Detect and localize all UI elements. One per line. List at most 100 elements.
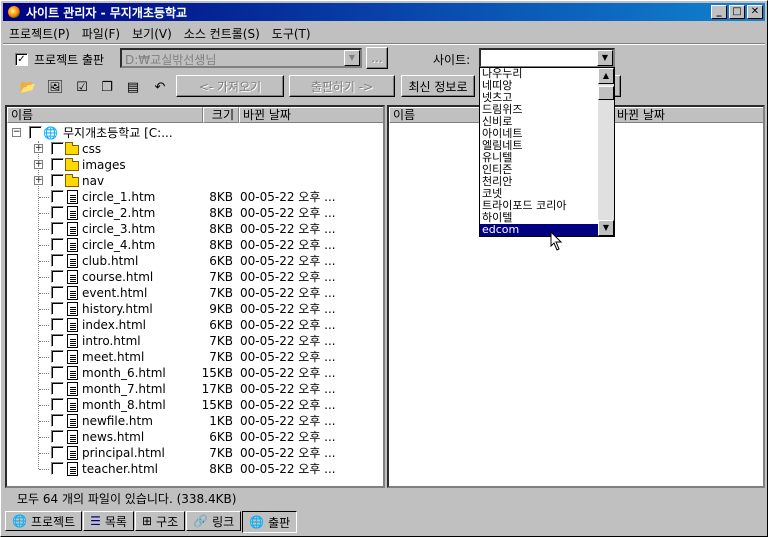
chevron-down-icon[interactable]: ▼ — [597, 50, 613, 66]
publish-path-value: D:₩교실밖선생님 — [125, 53, 217, 67]
tab-list[interactable]: ☰ 목록 — [83, 511, 134, 531]
file-row[interactable]: teacher.html 8KB 00-05-22 오후 ... — [7, 461, 383, 477]
file-date: 00-05-22 오후 ... — [240, 318, 336, 332]
column-header-date[interactable]: 바뀐 날짜 — [613, 107, 763, 123]
tree-line — [39, 229, 49, 230]
row-checkbox[interactable] — [51, 222, 64, 235]
tab-structure[interactable]: ⊞ 구조 — [134, 511, 186, 531]
publish-button[interactable]: 출판하기 -> — [289, 75, 395, 97]
column-header-date[interactable]: 바뀐 날짜 — [239, 107, 383, 123]
row-checkbox[interactable] — [51, 350, 64, 363]
menu-file[interactable]: 파일(F) — [76, 25, 126, 42]
undo-icon[interactable]: ↶ — [151, 78, 169, 96]
row-checkbox[interactable] — [51, 414, 64, 427]
row-checkbox[interactable] — [51, 462, 64, 475]
row-checkbox[interactable] — [29, 126, 42, 139]
file-row[interactable]: month_6.html 15KB 00-05-22 오후 ... — [7, 365, 383, 381]
row-checkbox[interactable] — [51, 238, 64, 251]
file-row[interactable]: meet.html 7KB 00-05-22 오후 ... — [7, 349, 383, 365]
app-icon — [7, 5, 21, 19]
tab-label: 프로젝트 — [30, 514, 76, 529]
get-button[interactable]: <- 가져오기 — [176, 75, 284, 97]
column-header-name[interactable]: 이름 — [7, 107, 203, 123]
file-row[interactable]: history.html 9KB 00-05-22 오후 ... — [7, 301, 383, 317]
row-checkbox[interactable] — [51, 142, 64, 155]
open-folder-icon[interactable]: 📂 — [19, 78, 37, 96]
menu-view[interactable]: 보기(V) — [126, 25, 178, 42]
scroll-thumb[interactable] — [598, 86, 614, 100]
collapse-icon[interactable]: − — [12, 128, 21, 137]
file-row[interactable]: circle_2.htm 8KB 00-05-22 오후 ... — [7, 205, 383, 221]
row-checkbox[interactable] — [51, 318, 64, 331]
menu-project[interactable]: 프로젝트(P) — [3, 25, 76, 42]
folder-row[interactable]: + css — [7, 141, 383, 157]
file-name: circle_2.htm — [82, 206, 156, 220]
row-checkbox[interactable] — [51, 446, 64, 459]
row-checkbox[interactable] — [51, 366, 64, 379]
file-size: 15KB — [201, 366, 233, 380]
close-button[interactable]: ✕ — [747, 5, 763, 19]
tree-line — [39, 213, 49, 214]
file-size: 6KB — [209, 254, 233, 268]
globe-icon: 🌐 — [43, 126, 58, 140]
publish-checkbox[interactable]: ✓ — [15, 52, 28, 66]
file-row[interactable]: intro.html 7KB 00-05-22 오후 ... — [7, 333, 383, 349]
copy-icon[interactable]: ❐ — [98, 78, 116, 96]
file-row[interactable]: circle_1.htm 8KB 00-05-22 오후 ... — [7, 189, 383, 205]
row-checkbox[interactable] — [51, 398, 64, 411]
row-checkbox[interactable] — [51, 286, 64, 299]
maximize-button[interactable]: □ — [729, 5, 745, 19]
site-option[interactable]: edcom — [480, 224, 614, 236]
file-row[interactable]: circle_3.htm 8KB 00-05-22 오후 ... — [7, 221, 383, 237]
menu-source-control[interactable]: 소스 컨트롤(S) — [178, 25, 266, 42]
minimize-button[interactable]: _ — [711, 5, 727, 19]
scroll-down-icon[interactable]: ▼ — [598, 220, 614, 236]
file-row[interactable]: month_7.html 17KB 00-05-22 오후 ... — [7, 381, 383, 397]
column-header-size[interactable]: 크기 — [203, 107, 239, 123]
row-checkbox[interactable] — [51, 302, 64, 315]
row-checkbox[interactable] — [51, 174, 64, 187]
divider — [3, 43, 765, 45]
browse-button[interactable]: ... — [366, 47, 388, 69]
scrollbar[interactable]: ▲ ▼ — [598, 68, 614, 236]
file-name: course.html — [82, 270, 154, 284]
folder-row[interactable]: + images — [7, 157, 383, 173]
chevron-down-icon[interactable]: ▼ — [344, 50, 360, 66]
publish-checkbox-label: 프로젝트 출판 — [34, 52, 105, 67]
row-checkbox[interactable] — [51, 206, 64, 219]
row-checkbox[interactable] — [51, 190, 64, 203]
row-checkbox[interactable] — [51, 270, 64, 283]
row-checkbox[interactable] — [51, 382, 64, 395]
stamp-icon[interactable]: ▤ — [124, 78, 142, 96]
scroll-up-icon[interactable]: ▲ — [598, 68, 614, 84]
file-row[interactable]: newfile.htm 1KB 00-05-22 오후 ... — [7, 413, 383, 429]
site-combo[interactable]: ▼ — [479, 48, 615, 68]
tree-root[interactable]: − 🌐 무지개초등학교 [C:... — [7, 125, 383, 141]
image-icon[interactable]: 🖼 — [46, 78, 64, 96]
file-row[interactable]: circle_4.htm 8KB 00-05-22 오후 ... — [7, 237, 383, 253]
checkmark-icon[interactable]: ☑ — [73, 78, 91, 96]
file-row[interactable]: principal.html 7KB 00-05-22 오후 ... — [7, 445, 383, 461]
file-row[interactable]: event.html 7KB 00-05-22 오후 ... — [7, 285, 383, 301]
publish-path-combo[interactable]: D:₩교실밖선생님 ▼ — [120, 48, 362, 68]
file-row[interactable]: month_8.html 15KB 00-05-22 오후 ... — [7, 397, 383, 413]
file-row[interactable]: news.html 6KB 00-05-22 오후 ... — [7, 429, 383, 445]
row-checkbox[interactable] — [51, 430, 64, 443]
file-name: month_6.html — [82, 366, 166, 380]
folder-row[interactable]: + nav — [7, 173, 383, 189]
file-row[interactable]: club.html 6KB 00-05-22 오후 ... — [7, 253, 383, 269]
file-size: 6KB — [209, 430, 233, 444]
tree-line — [38, 141, 39, 469]
tab-link[interactable]: 🔗 링크 — [186, 511, 242, 531]
file-date: 00-05-22 오후 ... — [240, 238, 336, 252]
row-checkbox[interactable] — [51, 254, 64, 267]
row-checkbox[interactable] — [51, 158, 64, 171]
file-row[interactable]: index.html 6KB 00-05-22 오후 ... — [7, 317, 383, 333]
tab-publish[interactable]: 🌐 출판 — [242, 511, 298, 533]
refresh-button[interactable]: 최신 정보로 — [401, 75, 475, 97]
menu-tools[interactable]: 도구(T) — [266, 25, 317, 42]
file-row[interactable]: course.html 7KB 00-05-22 오후 ... — [7, 269, 383, 285]
row-checkbox[interactable] — [51, 334, 64, 347]
tab-project[interactable]: 🌐 프로젝트 — [5, 511, 83, 531]
file-date: 00-05-22 오후 ... — [240, 430, 336, 444]
